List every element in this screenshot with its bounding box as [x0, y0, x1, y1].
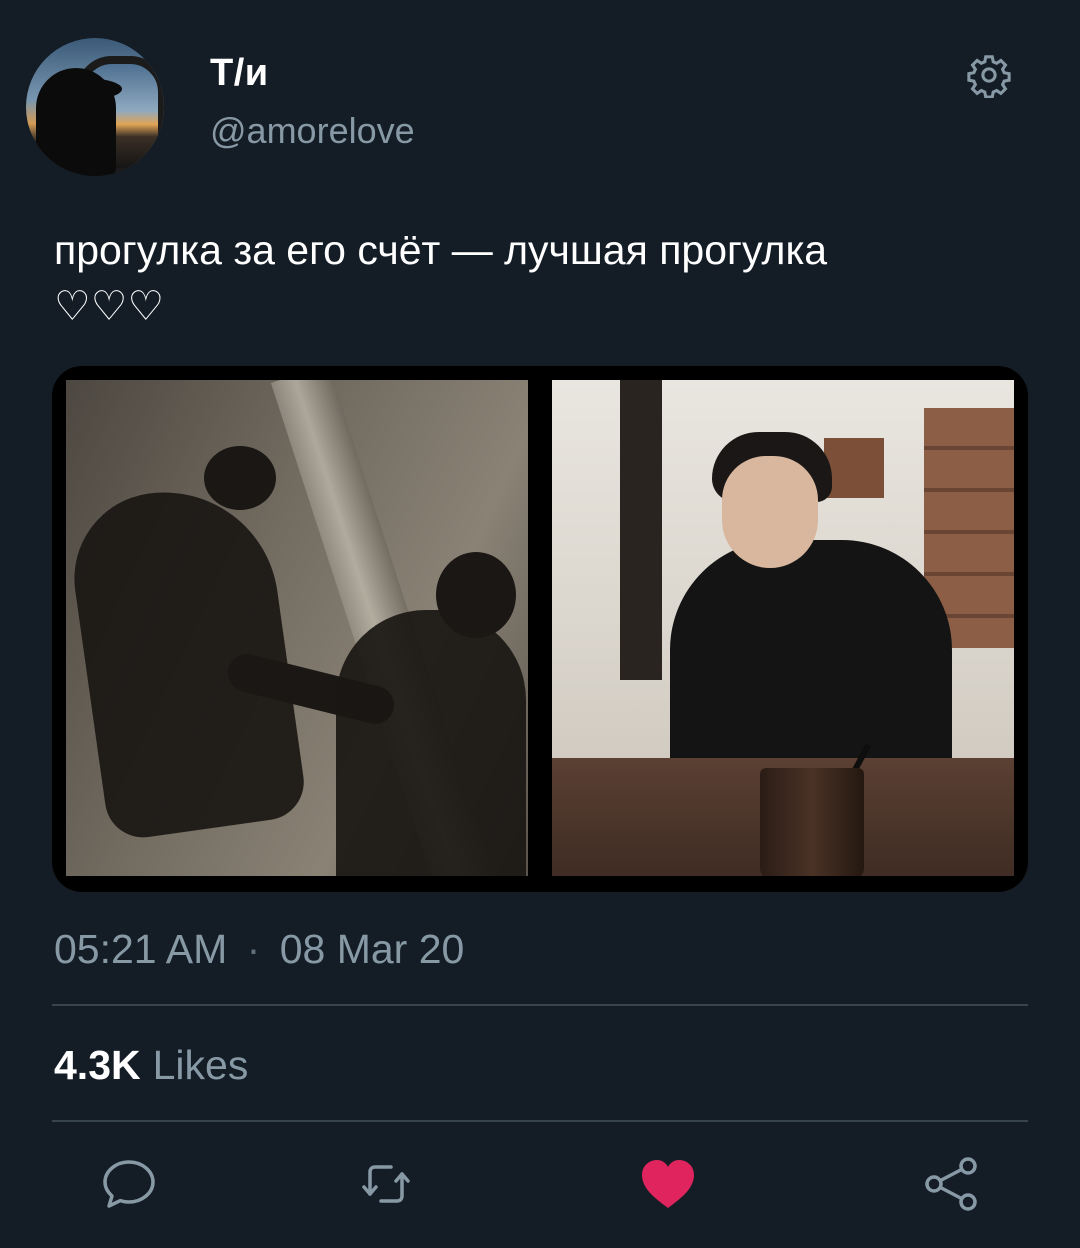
gear-icon[interactable]	[966, 52, 1012, 98]
display-name[interactable]: Т/и	[210, 52, 269, 95]
divider	[52, 1120, 1028, 1122]
likes-stat[interactable]: 4.3K Likes	[54, 1042, 248, 1089]
tweet-date: 08 Mar 20	[279, 926, 465, 972]
reply-icon[interactable]	[99, 1154, 159, 1214]
tweet-timestamp: 05:21 AM · 08 Mar 20	[54, 926, 464, 973]
tweet-time: 05:21 AM	[54, 926, 228, 972]
retweet-icon[interactable]	[356, 1154, 416, 1214]
user-handle[interactable]: @amorelove	[210, 110, 415, 152]
share-icon[interactable]	[922, 1154, 982, 1214]
likes-count: 4.3K	[54, 1042, 141, 1088]
tweet-text: прогулка за его счёт — лучшая прогулка ♡…	[54, 222, 1014, 334]
tweet-hearts: ♡♡♡	[54, 283, 165, 329]
heart-icon[interactable]	[638, 1154, 698, 1214]
photo-shadows-holding-hands[interactable]	[66, 380, 528, 876]
likes-label: Likes	[152, 1042, 249, 1088]
photo-cafe-portrait[interactable]	[552, 380, 1014, 876]
tweet-text-line: прогулка за его счёт — лучшая прогулка	[54, 227, 828, 273]
timestamp-separator: ·	[246, 926, 261, 972]
avatar[interactable]	[26, 38, 164, 176]
divider	[52, 1004, 1028, 1006]
media-grid	[52, 366, 1028, 892]
